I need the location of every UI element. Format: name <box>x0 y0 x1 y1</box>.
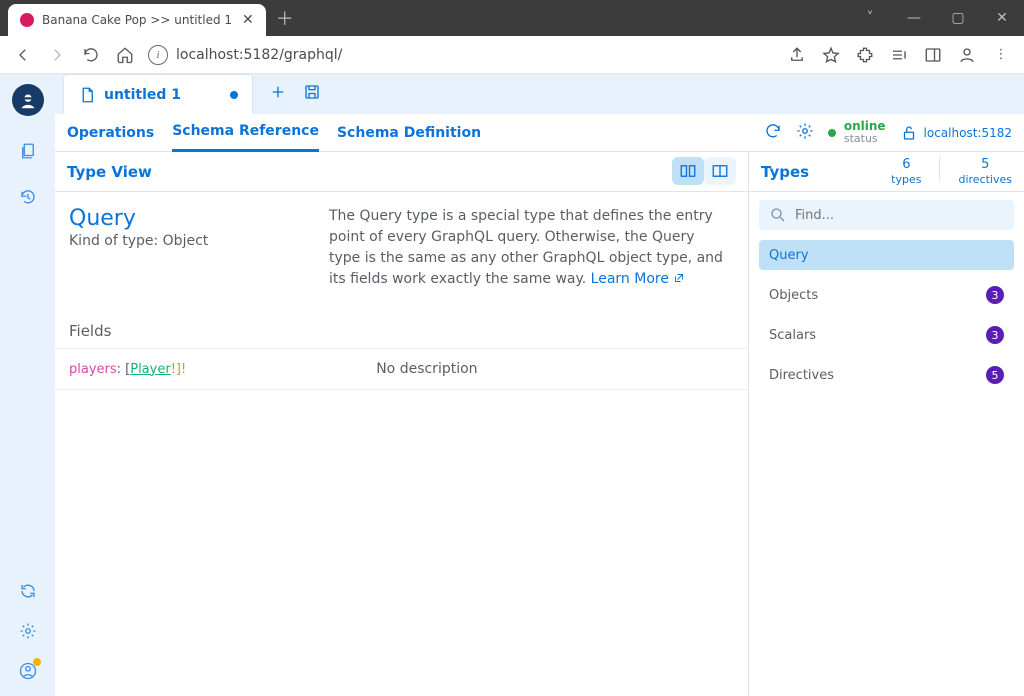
type-view-header: Type View <box>55 152 748 192</box>
media-button[interactable] <box>884 40 914 70</box>
type-description: The Query type is a special type that de… <box>329 206 734 290</box>
side-panel-button[interactable] <box>918 40 948 70</box>
types-title: Types <box>761 163 809 181</box>
types-pane: Types 6types 5directives Query <box>749 152 1024 696</box>
count-badge: 3 <box>986 326 1004 344</box>
file-icon <box>78 86 96 104</box>
forward-button[interactable] <box>42 40 72 70</box>
document-tab-label: untitled 1 <box>104 87 181 103</box>
reload-button[interactable] <box>76 40 106 70</box>
browser-tab[interactable]: Banana Cake Pop >> untitled 1 ✕ <box>8 4 266 36</box>
address-bar[interactable]: i localhost:5182/graphql/ <box>144 45 778 65</box>
type-view-title: Type View <box>67 163 152 181</box>
bookmark-star-button[interactable] <box>816 40 846 70</box>
sync-icon[interactable] <box>17 580 39 602</box>
fields-header: Fields <box>55 304 748 348</box>
view-split-toggle[interactable] <box>704 157 736 185</box>
connection-status: onlinestatus <box>828 120 886 145</box>
type-detail-pane: Type View Query Kind of type: Object The… <box>55 152 749 696</box>
home-button[interactable] <box>110 40 140 70</box>
field-type-link[interactable]: Player <box>130 362 170 377</box>
profile-button[interactable] <box>952 40 982 70</box>
history-icon[interactable] <box>17 186 39 208</box>
window-titlebar: Banana Cake Pop >> untitled 1 ✕ ＋ ˅ — ▢ … <box>0 0 1024 36</box>
tab-operations[interactable]: Operations <box>67 114 154 152</box>
lock-open-icon <box>900 124 918 142</box>
app-logo-icon[interactable] <box>12 84 44 116</box>
window-minimize-button[interactable]: — <box>892 0 936 36</box>
document-tabbar: untitled 1 <box>55 74 1024 114</box>
url-text: localhost:5182/graphql/ <box>176 47 342 63</box>
field-description: No description <box>376 361 477 377</box>
types-item-scalars[interactable]: Scalars 3 <box>759 320 1014 350</box>
tab-schema-reference[interactable]: Schema Reference <box>172 114 319 152</box>
account-icon[interactable] <box>17 660 39 682</box>
menu-button[interactable]: ⋮ <box>986 40 1016 70</box>
directives-count[interactable]: 5directives <box>958 157 1012 186</box>
extensions-button[interactable] <box>850 40 880 70</box>
learn-more-link[interactable]: Learn More <box>591 271 686 287</box>
types-search[interactable] <box>759 200 1014 230</box>
types-item-query[interactable]: Query <box>759 240 1014 270</box>
caret-down-icon[interactable]: ˅ <box>848 0 892 36</box>
documents-icon[interactable] <box>17 140 39 162</box>
save-document-button[interactable] <box>303 83 321 105</box>
window-close-button[interactable]: ✕ <box>980 0 1024 36</box>
view-tabs: Operations Schema Reference Schema Defin… <box>55 114 1024 152</box>
host-chip[interactable]: localhost:5182 <box>900 124 1012 142</box>
types-search-input[interactable] <box>795 208 1004 223</box>
external-link-icon <box>673 272 685 284</box>
connection-settings-button[interactable] <box>796 122 814 143</box>
types-count[interactable]: 6types <box>891 157 921 186</box>
refresh-schema-button[interactable] <box>764 122 782 143</box>
browser-toolbar: i localhost:5182/graphql/ ⋮ <box>0 36 1024 74</box>
document-tab[interactable]: untitled 1 <box>63 74 253 114</box>
field-row[interactable]: players: [Player!]! No description <box>55 348 748 390</box>
field-signature: players: [Player!]! <box>69 362 186 377</box>
status-dot-icon <box>828 129 836 137</box>
browser-tab-title: Banana Cake Pop >> untitled 1 <box>42 13 232 27</box>
share-button[interactable] <box>782 40 812 70</box>
new-document-button[interactable] <box>269 83 287 105</box>
view-columns-toggle[interactable] <box>672 157 704 185</box>
back-button[interactable] <box>8 40 38 70</box>
site-info-icon[interactable]: i <box>148 45 168 65</box>
types-item-objects[interactable]: Objects 3 <box>759 280 1014 310</box>
tab-schema-definition[interactable]: Schema Definition <box>337 114 481 152</box>
settings-gear-icon[interactable] <box>17 620 39 642</box>
favicon-icon <box>20 13 34 27</box>
count-badge: 5 <box>986 366 1004 384</box>
type-kind: Kind of type: Object <box>69 233 329 249</box>
new-tab-button[interactable]: ＋ <box>266 5 304 31</box>
dirty-indicator-icon <box>230 91 238 99</box>
types-item-directives[interactable]: Directives 5 <box>759 360 1014 390</box>
count-badge: 3 <box>986 286 1004 304</box>
window-maximize-button[interactable]: ▢ <box>936 0 980 36</box>
app-sidebar <box>0 74 55 696</box>
search-icon <box>769 206 787 224</box>
close-tab-button[interactable]: ✕ <box>232 12 254 28</box>
type-name: Query <box>69 206 329 231</box>
